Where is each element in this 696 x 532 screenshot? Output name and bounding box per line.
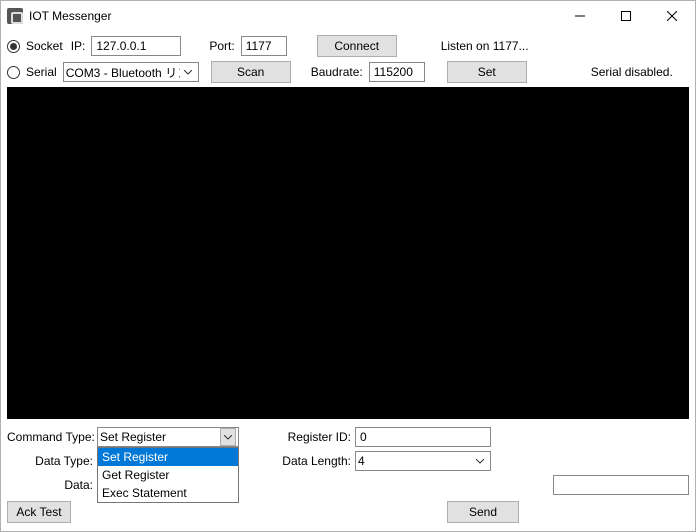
chevron-down-icon: [220, 428, 236, 446]
scan-button[interactable]: Scan: [211, 61, 291, 83]
port-input[interactable]: [241, 36, 287, 56]
data-length-label: Data Length:: [269, 454, 355, 468]
serial-label: Serial: [24, 65, 59, 79]
connect-button[interactable]: Connect: [317, 35, 397, 57]
titlebar: IOT Messenger: [1, 1, 695, 31]
serial-status: Serial disabled.: [531, 65, 689, 79]
data-type-label: Data Type:: [7, 454, 97, 468]
cmd-type-dropdown[interactable]: Set Register Get Register Exec Statement: [97, 447, 239, 503]
app-window: IOT Messenger Socket IP: Port: Connect L…: [0, 0, 696, 532]
maximize-button[interactable]: [603, 1, 649, 31]
data-input-label: Data:: [7, 478, 97, 492]
data-length-value: 4: [358, 454, 472, 468]
port-label: Port:: [207, 39, 236, 53]
socket-row: Socket IP: Port: Connect Listen on 1177.…: [1, 33, 695, 59]
cmd-option-set-register[interactable]: Set Register: [98, 448, 238, 466]
baud-label: Baudrate:: [309, 65, 365, 79]
console-output: [7, 87, 689, 419]
reg-id-input[interactable]: [355, 427, 491, 447]
data-value-input[interactable]: [553, 475, 689, 495]
window-title: IOT Messenger: [29, 9, 111, 23]
serial-radio[interactable]: [7, 66, 20, 79]
cmd-option-exec-statement[interactable]: Exec Statement: [98, 484, 238, 502]
socket-label: Socket: [24, 39, 65, 53]
baud-input[interactable]: [369, 62, 425, 82]
ip-label: IP:: [69, 39, 88, 53]
ip-input[interactable]: [91, 36, 181, 56]
reg-id-label: Register ID:: [269, 430, 355, 444]
send-button[interactable]: Send: [447, 501, 519, 523]
bottom-panel: Command Type: Set Register Register ID: …: [1, 423, 695, 531]
cmd-type-label: Command Type:: [7, 430, 97, 444]
minimize-button[interactable]: [557, 1, 603, 31]
socket-radio[interactable]: [7, 40, 20, 53]
socket-status: Listen on 1177...: [401, 39, 689, 53]
ack-test-button[interactable]: Ack Test: [7, 501, 71, 523]
data-length-combo[interactable]: 4: [355, 451, 491, 471]
set-button[interactable]: Set: [447, 61, 527, 83]
chevron-down-icon: [472, 452, 488, 470]
app-icon: [7, 8, 23, 24]
chevron-down-icon: [180, 63, 196, 81]
cmd-type-value: Set Register: [100, 430, 220, 444]
serial-row: Serial COM3 - Bluetooth リン Scan Baudrate…: [1, 59, 695, 85]
serial-port-combo[interactable]: COM3 - Bluetooth リン: [63, 62, 199, 82]
cmd-type-combo[interactable]: Set Register: [97, 427, 239, 447]
close-button[interactable]: [649, 1, 695, 31]
cmd-option-get-register[interactable]: Get Register: [98, 466, 238, 484]
serial-port-value: COM3 - Bluetooth リン: [66, 64, 180, 81]
